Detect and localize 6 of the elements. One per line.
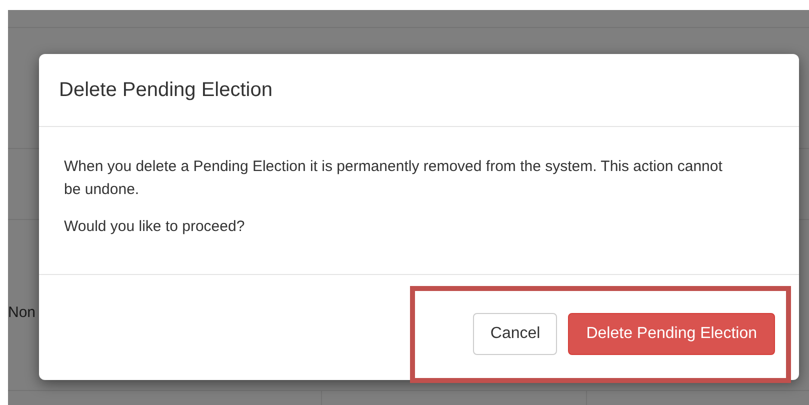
dialog-title: Delete Pending Election (59, 78, 272, 102)
dialog-message: When you delete a Pending Election it is permanently removed from the system. This action cannot be undone. (64, 157, 724, 200)
delete-button[interactable]: Delete Pending Election (568, 312, 775, 354)
dialog-message: Would you like to proceed? (64, 217, 246, 237)
table-cell-text: Non (8, 304, 36, 321)
cancel-button[interactable]: Cancel (473, 312, 558, 354)
